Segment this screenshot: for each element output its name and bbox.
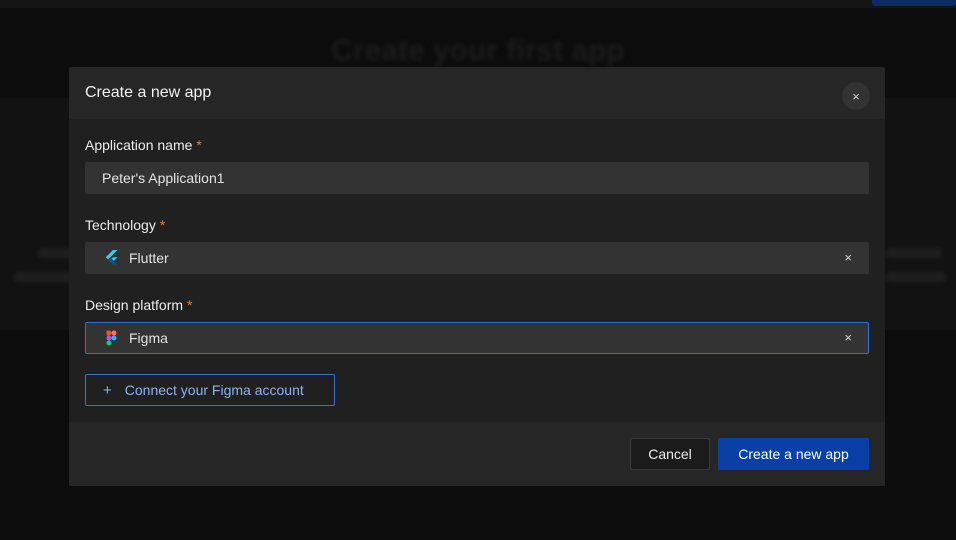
modal-title: Create a new app	[85, 84, 212, 101]
cancel-button[interactable]: Cancel	[630, 438, 710, 470]
clear-technology-icon[interactable]: ×	[844, 250, 852, 265]
app-name-value: Peter's Application1	[102, 170, 225, 186]
app-name-label: Application name *	[85, 137, 202, 153]
figma-icon	[103, 330, 119, 346]
modal-header: Create a new app ×	[69, 67, 885, 119]
required-mark: *	[187, 297, 193, 313]
plus-icon: +	[103, 381, 112, 399]
technology-label: Technology *	[85, 217, 165, 233]
background-blur-text	[886, 248, 942, 258]
technology-select[interactable]: Flutter ×	[85, 242, 869, 274]
background-topbar	[0, 0, 956, 8]
design-platform-value: Figma	[129, 330, 168, 346]
background-heading: Create your first app	[331, 34, 625, 67]
app-name-input[interactable]: Peter's Application1	[85, 162, 869, 194]
required-mark: *	[196, 137, 202, 153]
close-button[interactable]: ×	[842, 82, 870, 110]
technology-label-text: Technology	[85, 217, 156, 233]
design-platform-label: Design platform *	[85, 297, 193, 313]
connect-figma-label: Connect your Figma account	[124, 382, 304, 398]
modal-body: Application name * Peter's Application1 T…	[69, 119, 885, 422]
design-platform-label-text: Design platform	[85, 297, 184, 313]
design-platform-select[interactable]: Figma ×	[85, 322, 869, 354]
close-icon: ×	[852, 88, 860, 104]
background-blur-text	[886, 272, 946, 282]
connect-figma-button[interactable]: + Connect your Figma account	[85, 374, 335, 406]
technology-value: Flutter	[129, 250, 169, 266]
create-app-modal: Create a new app × Application name * Pet…	[69, 67, 885, 486]
background-blur-text	[14, 272, 74, 282]
clear-design-platform-icon[interactable]: ×	[844, 330, 852, 345]
required-mark: *	[159, 217, 166, 233]
flutter-icon	[103, 250, 119, 266]
app-name-label-text: Application name	[85, 137, 193, 153]
create-app-button[interactable]: Create a new app	[718, 438, 869, 470]
modal-footer: Cancel Create a new app	[69, 422, 885, 486]
background-topbar-accent	[872, 0, 956, 6]
